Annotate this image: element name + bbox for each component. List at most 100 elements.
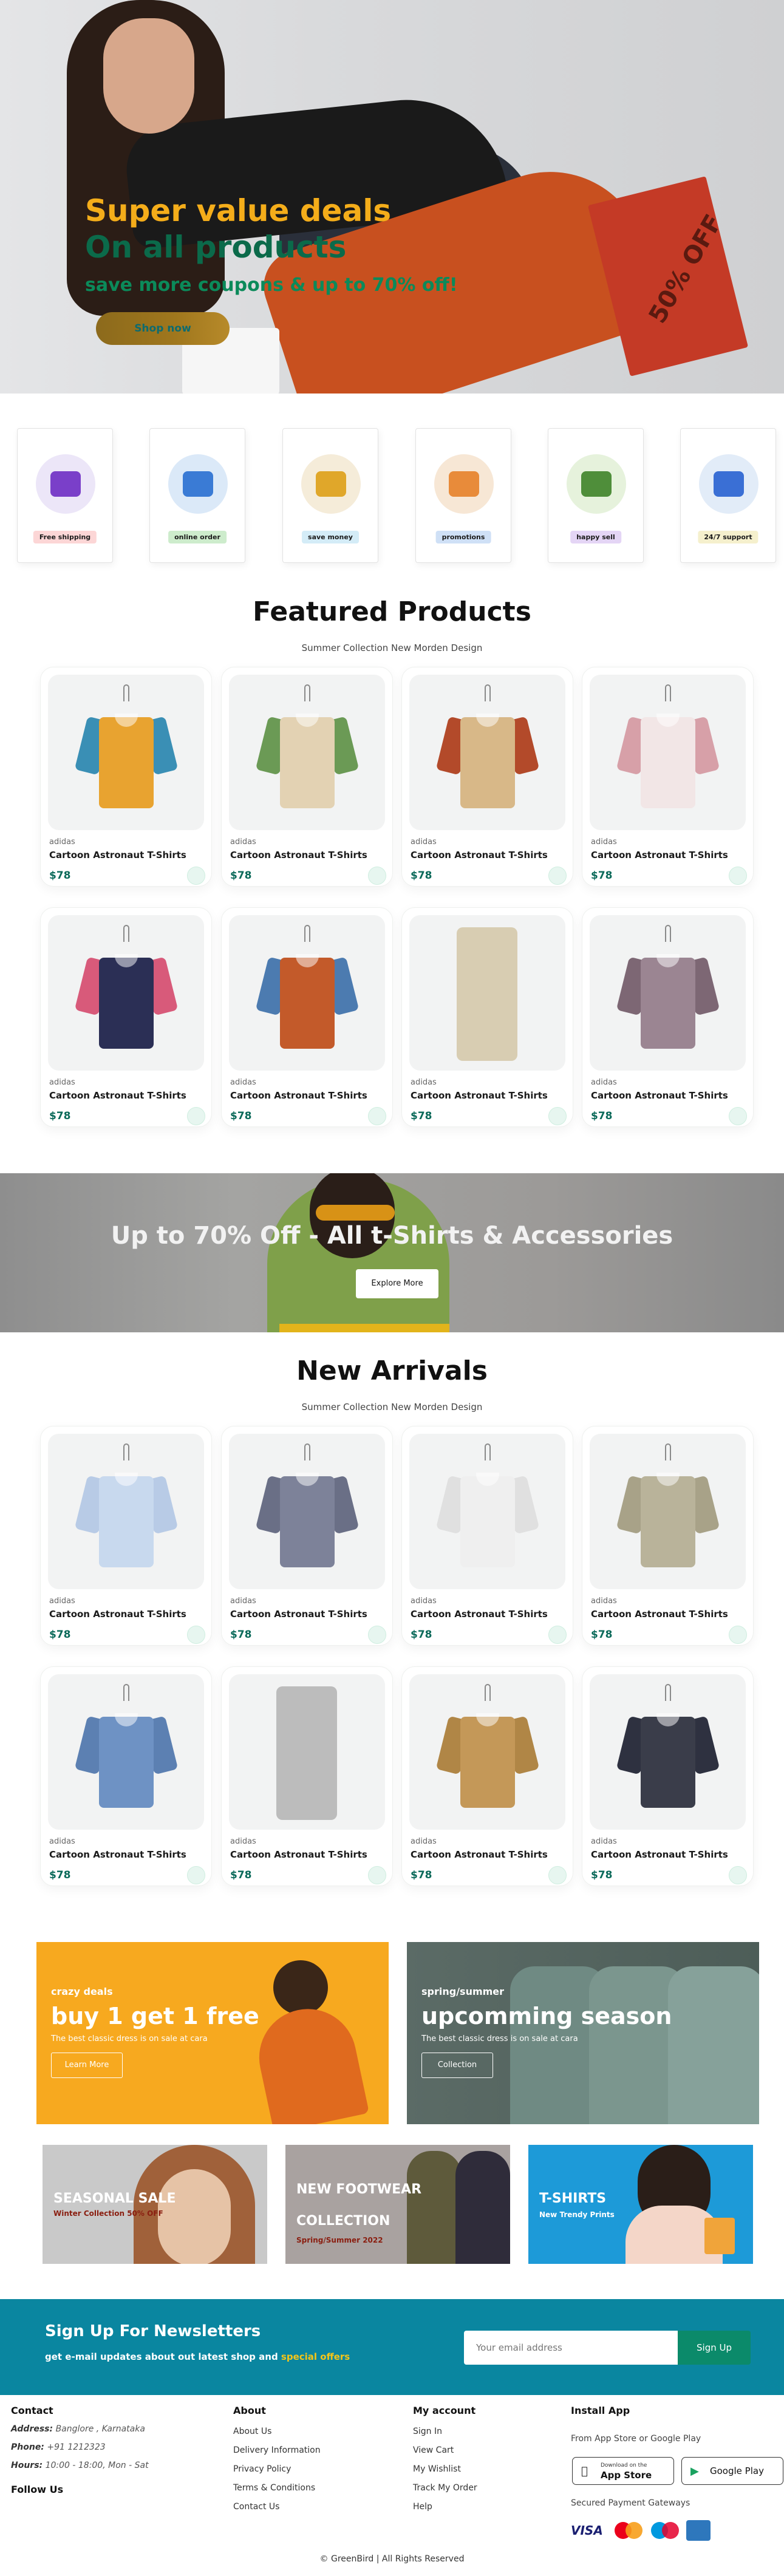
shirt-graphic [435,1705,540,1808]
explore-more-button[interactable]: Explore More [356,1269,438,1298]
add-to-cart-icon[interactable] [187,1626,205,1644]
add-to-cart-icon[interactable] [368,867,386,885]
product-card[interactable]: adidas Cartoon Astronaut T-Shirts $78 [401,1666,573,1886]
product-card[interactable]: adidas Cartoon Astronaut T-Shirts $78 [221,1666,393,1886]
add-to-cart-icon[interactable] [187,1866,205,1884]
product-image [48,1674,204,1830]
shirt-graphic [74,1705,179,1808]
pants-graphic [276,1686,337,1820]
product-brand: adidas [49,837,75,847]
promo-orange-dress [250,2000,370,2124]
product-price: $78 [411,1629,432,1641]
banner-stripe [279,1324,449,1332]
mini-promo-seasonal-sale[interactable]: SEASONAL SALE Winter Collection 50% OFF [43,2145,267,2264]
hanger-icon [665,684,671,701]
footer-contact-title: Contact [11,2405,53,2416]
add-to-cart-icon[interactable] [368,1866,386,1884]
shirt-graphic [255,946,360,1049]
shop-now-button[interactable]: Shop now [96,312,230,345]
add-to-cart-icon[interactable] [368,1626,386,1644]
product-card[interactable]: adidas Cartoon Astronaut T-Shirts $78 [40,667,212,887]
product-price: $78 [591,1110,613,1122]
product-card[interactable]: adidas Cartoon Astronaut T-Shirts $78 [221,1426,393,1646]
app-store-badge[interactable]:  Download on the App Store [572,2457,674,2485]
add-to-cart-icon[interactable] [187,1107,205,1125]
product-name: Cartoon Astronaut T-Shirts [411,1609,548,1620]
mini-model-right [455,2151,510,2264]
product-brand: adidas [411,1596,437,1606]
collection-button[interactable]: Collection [421,2053,493,2078]
hanger-icon [123,925,129,942]
add-to-cart-icon[interactable] [729,1866,747,1884]
page: 50% OFF Super value deals On all product… [0,0,784,2576]
hanger-icon [123,1443,129,1460]
hero-title-line2: On all products [85,230,347,265]
footer-link[interactable]: Terms & Conditions [233,2483,315,2493]
feature-box: online order [149,428,245,563]
product-card[interactable]: adidas Cartoon Astronaut T-Shirts $78 [582,1666,754,1886]
hanger-icon [485,1684,491,1701]
mini-shopping-bag [704,2218,735,2254]
hanger-icon [665,1684,671,1701]
product-price: $78 [230,870,252,882]
add-to-cart-icon[interactable] [368,1107,386,1125]
product-name: Cartoon Astronaut T-Shirts [411,1090,548,1101]
add-to-cart-icon[interactable] [548,1107,567,1125]
footer-link[interactable]: View Cart [413,2445,454,2455]
product-brand: adidas [591,1596,617,1606]
sign-up-button[interactable]: Sign Up [678,2331,751,2365]
product-image [590,675,746,830]
footer-link[interactable]: Contact Us [233,2502,279,2512]
product-image [48,675,204,830]
mini-subtitle: Winter Collection 50% OFF [53,2209,163,2218]
mini-title: SEASONAL SALE [53,2191,176,2206]
product-name: Cartoon Astronaut T-Shirts [49,1849,186,1860]
mini-promo-tshirts[interactable]: T-SHIRTS New Trendy Prints [528,2145,753,2264]
hero-model-face [103,18,194,134]
shirt-graphic [255,1464,360,1567]
footer-link[interactable]: Track My Order [413,2483,477,2493]
add-to-cart-icon[interactable] [729,867,747,885]
product-card[interactable]: adidas Cartoon Astronaut T-Shirts $78 [40,1666,212,1886]
footer-link[interactable]: My Wishlist [413,2464,461,2474]
product-card[interactable]: adidas Cartoon Astronaut T-Shirts $78 [582,1426,754,1646]
feature-box: promotions [415,428,511,563]
product-card[interactable]: adidas Cartoon Astronaut T-Shirts $78 [582,907,754,1127]
shirt-graphic [255,705,360,808]
product-card[interactable]: adidas Cartoon Astronaut T-Shirts $78 [582,667,754,887]
product-card[interactable]: adidas Cartoon Astronaut T-Shirts $78 [221,907,393,1127]
learn-more-button[interactable]: Learn More [51,2053,123,2078]
footer-link[interactable]: Privacy Policy [233,2464,291,2474]
promo-crazy-deals: crazy deals buy 1 get 1 free The best cl… [36,1942,389,2124]
product-card[interactable]: adidas Cartoon Astronaut T-Shirts $78 [221,667,393,887]
product-card[interactable]: adidas Cartoon Astronaut T-Shirts $78 [401,1426,573,1646]
footer-account-title: My account [413,2405,476,2416]
follow-us-title: Follow Us [11,2484,64,2495]
product-card[interactable]: adidas Cartoon Astronaut T-Shirts $78 [401,667,573,887]
footer-link[interactable]: Help [413,2502,432,2512]
google-play-badge[interactable]: ▶ Google Play [681,2457,783,2485]
footer-link[interactable]: Delivery Information [233,2445,321,2455]
promo-description: The best classic dress is on sale at car… [421,2034,578,2043]
add-to-cart-icon[interactable] [729,1107,747,1125]
footer-link[interactable]: About Us [233,2427,271,2436]
add-to-cart-icon[interactable] [548,1626,567,1644]
product-image [590,1674,746,1830]
add-to-cart-icon[interactable] [548,1866,567,1884]
product-name: Cartoon Astronaut T-Shirts [591,1849,728,1860]
product-card[interactable]: adidas Cartoon Astronaut T-Shirts $78 [40,907,212,1127]
shirt-graphic [616,1705,720,1808]
product-card[interactable]: adidas Cartoon Astronaut T-Shirts $78 [40,1426,212,1646]
mini-model-face [158,2169,231,2264]
product-card[interactable]: adidas Cartoon Astronaut T-Shirts $78 [401,907,573,1127]
shirt-graphic [435,705,540,808]
add-to-cart-icon[interactable] [729,1626,747,1644]
footer-link[interactable]: Sign In [413,2427,442,2436]
add-to-cart-icon[interactable] [187,867,205,885]
add-to-cart-icon[interactable] [548,867,567,885]
product-image [409,675,565,830]
mini-promo-footwear[interactable]: NEW FOOTWEAR COLLECTION Spring/Summer 20… [285,2145,510,2264]
hero-title-line1: Super value deals [85,193,392,228]
newsletter-email-input[interactable] [464,2331,678,2365]
address-label: Address: [11,2424,53,2434]
